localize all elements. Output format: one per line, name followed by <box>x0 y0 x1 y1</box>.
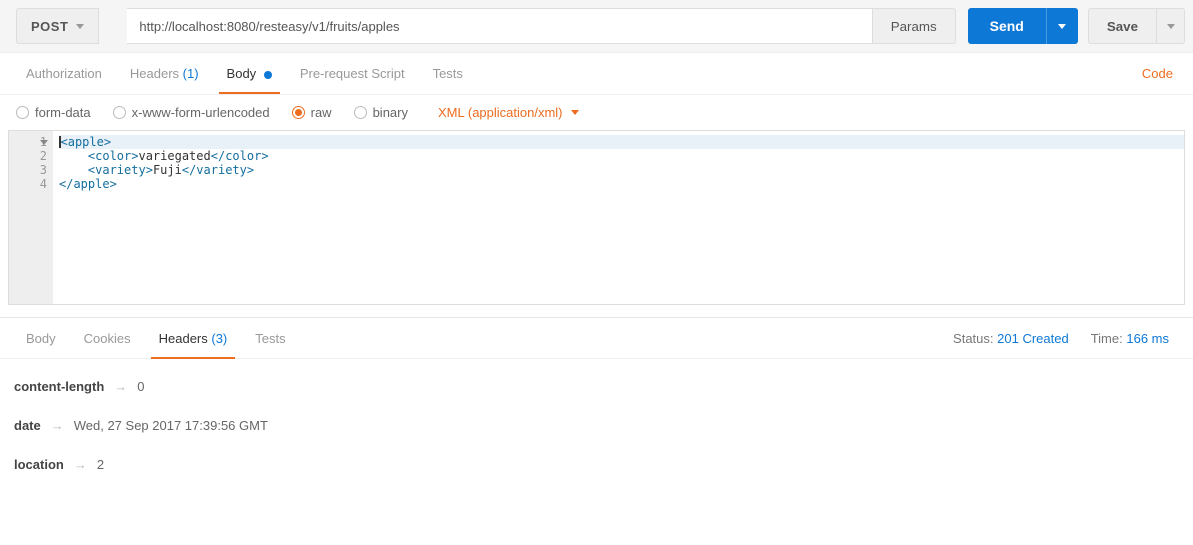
tab-body-label: Body <box>227 66 257 81</box>
radio-raw-label: raw <box>311 105 332 120</box>
header-row: date → Wed, 27 Sep 2017 17:39:56 GMT <box>14 406 1179 445</box>
radio-icon <box>292 106 305 119</box>
params-button[interactable]: Params <box>873 8 956 44</box>
response-tabs: Body Cookies Headers (3) Tests Status: 2… <box>0 317 1193 359</box>
tab-response-body[interactable]: Body <box>12 319 70 358</box>
status-value: 201 Created <box>997 331 1069 346</box>
line-number: 2 <box>9 149 47 163</box>
code-line: <color>variegated</color> <box>59 149 1184 163</box>
arrow-right-icon: → <box>114 379 127 394</box>
radio-urlencoded-label: x-www-form-urlencoded <box>132 105 270 120</box>
tab-authorization[interactable]: Authorization <box>12 54 116 93</box>
tab-response-headers-count: (3) <box>211 331 227 346</box>
header-name: location <box>14 457 64 472</box>
body-options: form-data x-www-form-urlencoded raw bina… <box>0 95 1193 130</box>
header-name: content-length <box>14 379 104 394</box>
save-button[interactable]: Save <box>1088 8 1157 44</box>
tab-headers-count: (1) <box>183 66 199 81</box>
fold-triangle-icon <box>40 140 48 145</box>
radio-form-data-label: form-data <box>35 105 91 120</box>
http-method-label: POST <box>31 19 68 34</box>
radio-icon <box>113 106 126 119</box>
send-button[interactable]: Send <box>968 8 1046 44</box>
content-type-select[interactable]: XML (application/xml) <box>438 105 579 120</box>
tab-response-cookies[interactable]: Cookies <box>70 319 145 358</box>
tab-tests[interactable]: Tests <box>419 54 477 93</box>
header-value: 2 <box>97 457 104 472</box>
tab-request-headers[interactable]: Headers (1) <box>116 54 213 93</box>
editor-gutter: 1 2 3 4 <box>9 131 53 304</box>
tab-response-headers-label: Headers <box>159 331 208 346</box>
header-row: location → 2 <box>14 445 1179 484</box>
header-name: date <box>14 418 41 433</box>
radio-icon <box>16 106 29 119</box>
chevron-down-icon <box>76 24 84 29</box>
time-value: 166 ms <box>1126 331 1169 346</box>
tab-response-headers[interactable]: Headers (3) <box>145 319 242 358</box>
line-number: 3 <box>9 163 47 177</box>
body-editor[interactable]: 1 2 3 4 <apple> <color>variegated</color… <box>8 130 1185 305</box>
http-method-select[interactable]: POST <box>16 8 99 44</box>
radio-urlencoded[interactable]: x-www-form-urlencoded <box>113 105 270 120</box>
content-type-label: XML (application/xml) <box>438 105 563 120</box>
header-value: Wed, 27 Sep 2017 17:39:56 GMT <box>74 418 268 433</box>
code-line: <apple> <box>59 135 1184 149</box>
tab-pre-request-script[interactable]: Pre-request Script <box>286 54 419 93</box>
chevron-down-icon <box>571 110 579 115</box>
request-toolbar: POST Params Send Save <box>0 0 1193 53</box>
radio-form-data[interactable]: form-data <box>16 105 91 120</box>
code-link[interactable]: Code <box>1134 54 1181 93</box>
editor-content[interactable]: <apple> <color>variegated</color> <varie… <box>53 131 1184 304</box>
request-tabs: Authorization Headers (1) Body Pre-reque… <box>0 53 1193 95</box>
header-value: 0 <box>137 379 144 394</box>
tab-response-tests[interactable]: Tests <box>241 319 299 358</box>
radio-binary-label: binary <box>373 105 408 120</box>
send-dropdown-button[interactable] <box>1046 8 1078 44</box>
line-number: 4 <box>9 177 47 191</box>
code-line: <variety>Fuji</variety> <box>59 163 1184 177</box>
tab-body[interactable]: Body <box>213 54 286 93</box>
tab-headers-label: Headers <box>130 66 179 81</box>
radio-binary[interactable]: binary <box>354 105 408 120</box>
radio-raw[interactable]: raw <box>292 105 332 120</box>
response-meta: Status: 201 Created Time: 166 ms <box>953 331 1181 346</box>
arrow-right-icon: → <box>74 457 87 472</box>
radio-icon <box>354 106 367 119</box>
save-dropdown-button[interactable] <box>1157 8 1185 44</box>
arrow-right-icon: → <box>51 418 64 433</box>
unsaved-dot-icon <box>264 71 272 79</box>
url-input[interactable] <box>127 8 872 44</box>
code-line: </apple> <box>59 177 1184 191</box>
chevron-down-icon <box>1058 24 1066 29</box>
header-row: content-length → 0 <box>14 367 1179 406</box>
response-headers-table: content-length → 0 date → Wed, 27 Sep 20… <box>0 359 1193 504</box>
status-label: Status: <box>953 331 993 346</box>
chevron-down-icon <box>1167 24 1175 29</box>
time-label: Time: <box>1091 331 1123 346</box>
